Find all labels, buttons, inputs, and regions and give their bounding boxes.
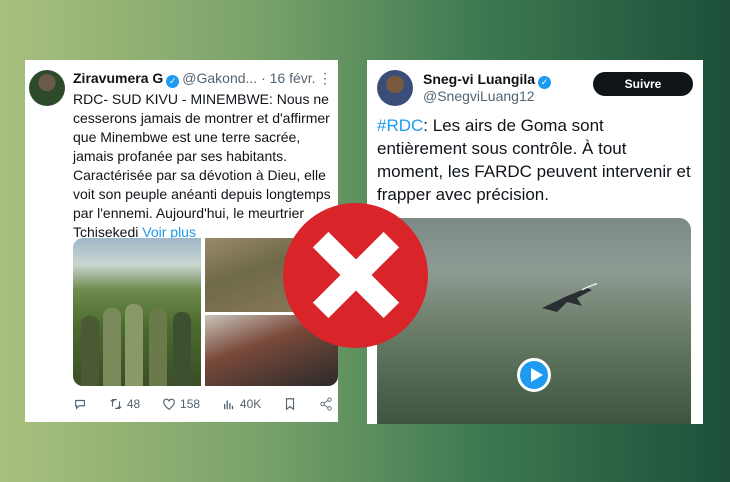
avatar[interactable] bbox=[29, 70, 65, 106]
more-options-icon[interactable]: ⋮ bbox=[318, 70, 332, 87]
view-count: 40K bbox=[239, 397, 262, 411]
verified-badge-icon: ✓ bbox=[166, 75, 180, 88]
author-handle[interactable]: @SnegviLuang12 bbox=[423, 88, 535, 104]
tweet-text: RDC- SUD KIVU - MINEMBWE: Nous ne cesser… bbox=[73, 90, 335, 242]
like-count: 158 bbox=[180, 397, 201, 411]
views-button[interactable]: 40K bbox=[222, 397, 261, 411]
author-line: Sneg-vi Luangila ✓ bbox=[423, 71, 554, 89]
like-button[interactable]: 158 bbox=[162, 397, 200, 411]
tweet-photo-soldiers[interactable] bbox=[73, 238, 201, 386]
bar-chart-icon bbox=[223, 400, 234, 410]
avatar[interactable] bbox=[377, 70, 413, 106]
play-button-icon[interactable] bbox=[517, 358, 551, 392]
retweet-count: 48 bbox=[126, 397, 141, 411]
hashtag-link[interactable]: #RDC bbox=[377, 116, 423, 135]
bookmark-icon bbox=[286, 398, 295, 411]
share-button[interactable] bbox=[319, 397, 333, 411]
tweet-actions: 48 158 40K bbox=[73, 397, 333, 411]
tweet-video[interactable] bbox=[377, 218, 691, 424]
tweet-body: RDC- SUD KIVU - MINEMBWE: Nous ne cesser… bbox=[73, 91, 331, 240]
tweet-header: Ziravumera G ✓ @Gakond... · 16 févr. bbox=[73, 70, 316, 88]
reply-button[interactable] bbox=[73, 397, 87, 411]
author-name[interactable]: Sneg-vi Luangila bbox=[423, 71, 535, 87]
author-name[interactable]: Ziravumera G bbox=[73, 70, 163, 86]
reply-icon bbox=[75, 399, 85, 410]
tweet-date[interactable]: · 16 févr. bbox=[261, 70, 315, 86]
fighter-jet-image bbox=[542, 282, 597, 312]
retweet-button[interactable]: 48 bbox=[109, 397, 140, 411]
retweet-icon bbox=[110, 398, 122, 410]
share-icon bbox=[320, 397, 332, 411]
false-claim-x-icon bbox=[283, 203, 428, 348]
heart-icon bbox=[163, 398, 175, 410]
author-handle[interactable]: @Gakond... bbox=[182, 70, 257, 86]
bookmark-button[interactable] bbox=[283, 397, 297, 411]
follow-button[interactable]: Suivre bbox=[593, 72, 693, 96]
tweet-text: #RDC: Les airs de Goma sont entièrement … bbox=[377, 114, 697, 206]
tweet-body: : Les airs de Goma sont entièrement sous… bbox=[377, 116, 691, 204]
verified-badge-icon: ✓ bbox=[538, 76, 552, 89]
